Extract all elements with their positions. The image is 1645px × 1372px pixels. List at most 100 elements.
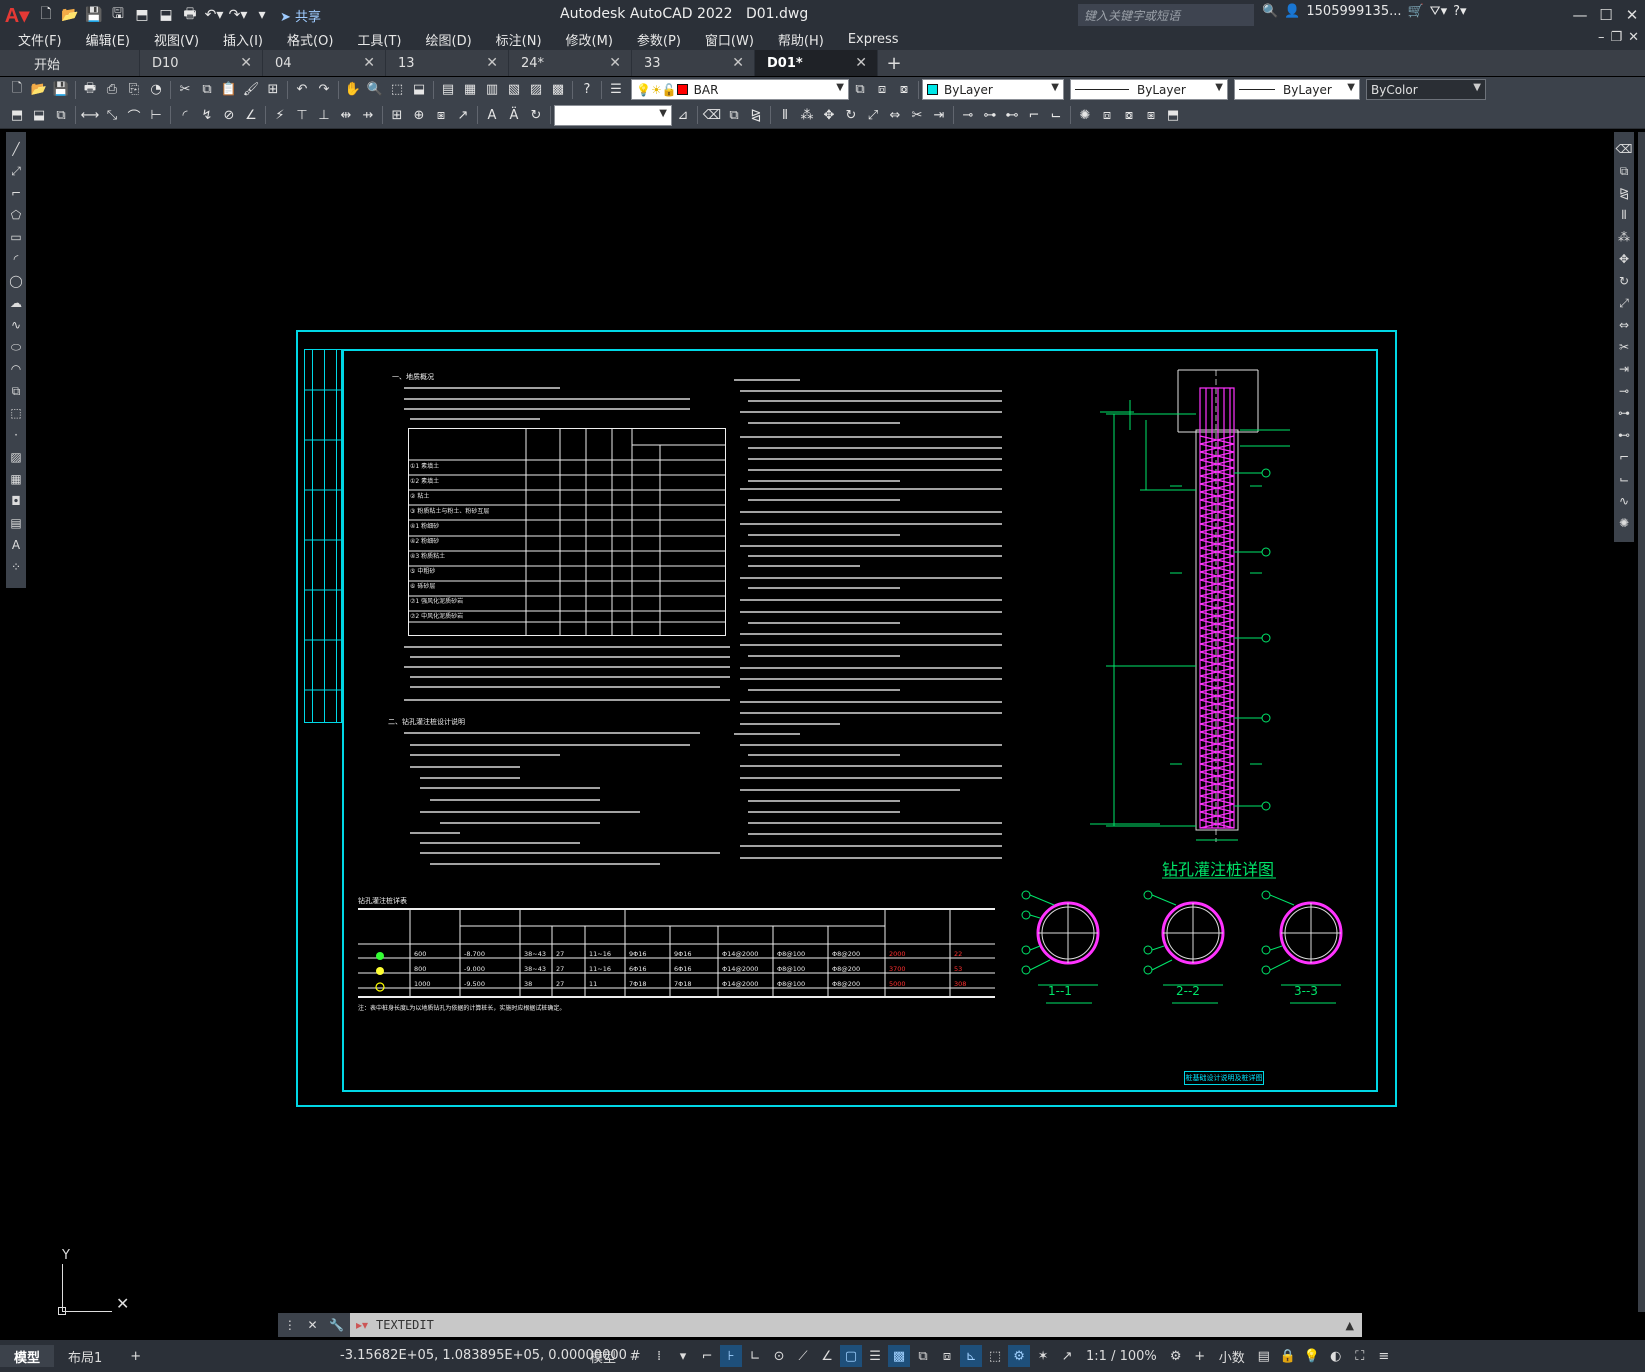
new-icon[interactable]: 🗋: [6, 80, 28, 100]
dimension-break-icon[interactable]: ⇸: [357, 105, 379, 125]
undo-icon[interactable]: ↶: [291, 80, 313, 100]
linear-dimension-icon[interactable]: ⟷: [79, 105, 101, 125]
open-from-web-icon[interactable]: ⬒: [131, 4, 153, 26]
workspace-dropdown-icon[interactable]: ▾: [251, 4, 273, 26]
draworder-icon[interactable]: ⧈: [1096, 105, 1118, 125]
tab-close-icon[interactable]: ✕: [240, 55, 252, 71]
vertical-scrollbar[interactable]: [1638, 132, 1645, 1312]
object-snap-icon[interactable]: ▢: [840, 1345, 863, 1367]
command-line[interactable]: ⋮ ✕ 🔧 ▸▾ TEXTEDIT ▲: [278, 1313, 1362, 1337]
save-icon[interactable]: 💾: [83, 4, 105, 26]
array-icon[interactable]: ⁂: [1618, 228, 1630, 246]
line-icon[interactable]: ╱: [12, 140, 19, 158]
pan-icon[interactable]: ✋: [342, 80, 364, 100]
tab-04[interactable]: 04 ✕: [263, 50, 386, 76]
dimension-style-icon[interactable]: ⊿: [672, 105, 694, 125]
color-dropdown[interactable]: ByLayer ▼: [922, 79, 1064, 100]
dimension-text-edit-icon[interactable]: Ä: [503, 105, 525, 125]
extend-icon[interactable]: ⇥: [928, 105, 950, 125]
rotate-icon[interactable]: ↻: [1619, 272, 1629, 290]
tab-33[interactable]: 33 ✕: [632, 50, 755, 76]
search-icon[interactable]: 🔍: [1262, 4, 1278, 19]
customization-icon[interactable]: ≡: [1373, 1345, 1395, 1367]
maximize-icon[interactable]: ☐: [1593, 0, 1619, 30]
stretch-icon[interactable]: ⇔: [1619, 316, 1629, 334]
user-icon[interactable]: 👤: [1284, 4, 1300, 19]
menu-draw[interactable]: 绘图(D): [426, 30, 472, 49]
tab-layout1[interactable]: 布局1: [54, 1345, 116, 1367]
blend-curves-icon[interactable]: ∿: [1619, 492, 1629, 510]
menu-file[interactable]: 文件(F): [18, 30, 62, 49]
model-space-button[interactable]: 模型: [584, 1345, 622, 1367]
dimension-space-icon[interactable]: ⇹: [335, 105, 357, 125]
plot-preview-icon[interactable]: ⎙: [101, 80, 123, 100]
drag-handle-icon[interactable]: ⋮: [284, 1318, 296, 1332]
layer-states-icon[interactable]: ⧇: [893, 80, 915, 100]
isolate-objects-icon[interactable]: 💡: [1301, 1345, 1323, 1367]
menu-dimension[interactable]: 标注(N): [496, 30, 542, 49]
customize-icon[interactable]: 🔧: [329, 1318, 344, 1332]
jogged-dimension-icon[interactable]: ↯: [196, 105, 218, 125]
inspection-icon[interactable]: ⧆: [430, 105, 452, 125]
new-tab-button[interactable]: +: [878, 50, 910, 76]
region-icon[interactable]: ◘: [11, 492, 21, 510]
new-icon[interactable]: 🗋: [35, 4, 57, 26]
search-input[interactable]: 键入关键字或短语: [1078, 4, 1254, 26]
insert-block-icon[interactable]: ⧉: [12, 382, 21, 400]
isodraft-icon[interactable]: ⟋: [792, 1345, 814, 1367]
menu-modify[interactable]: 修改(M): [566, 30, 613, 49]
tab-close-icon[interactable]: ✕: [486, 55, 498, 71]
user-name[interactable]: 1505999135...: [1306, 4, 1401, 19]
doc-close-icon[interactable]: ✕: [1628, 30, 1639, 45]
zoom-realtime-icon[interactable]: 🔍: [364, 80, 386, 100]
chamfer-icon[interactable]: ⌐: [1619, 448, 1629, 466]
scale-icon[interactable]: ⤢: [1619, 294, 1629, 312]
explode-icon[interactable]: ✺: [1074, 105, 1096, 125]
command-input[interactable]: TEXTEDIT: [376, 1318, 434, 1332]
cut-icon[interactable]: ✂: [174, 80, 196, 100]
plot-icon[interactable]: 🖶: [79, 80, 101, 100]
offset-icon[interactable]: ⫴: [1621, 206, 1626, 224]
3d-print-icon[interactable]: ◔: [145, 80, 167, 100]
app-menu-button[interactable]: A▾: [0, 0, 34, 30]
publish-icon[interactable]: ⎘: [123, 80, 145, 100]
layer-previous-icon[interactable]: ⧈: [871, 80, 893, 100]
clean-screen-icon[interactable]: ⛶: [1349, 1345, 1371, 1367]
dimension-edit-icon[interactable]: A: [481, 105, 503, 125]
quickcalc-icon[interactable]: ▩: [547, 80, 569, 100]
baseline-dimension-icon[interactable]: ⊤: [291, 105, 313, 125]
trim-icon[interactable]: ✂: [906, 105, 928, 125]
extend-icon[interactable]: ⇥: [1619, 360, 1629, 378]
trim-icon[interactable]: ✂: [1619, 338, 1629, 356]
annotation-visibility-icon[interactable]: ✶: [1032, 1345, 1054, 1367]
match-layer-icon[interactable]: ⬓: [28, 105, 50, 125]
infer-constraints-icon[interactable]: ⌐: [696, 1345, 718, 1367]
array-icon[interactable]: ⁂: [796, 105, 818, 125]
move-icon[interactable]: ✥: [1619, 250, 1629, 268]
construction-line-icon[interactable]: ⤢: [11, 162, 21, 180]
text-above-icon[interactable]: ⬒: [1162, 105, 1184, 125]
arc-length-icon[interactable]: ⌒: [123, 105, 145, 125]
add-layout-button[interactable]: +: [116, 1345, 155, 1367]
annotation-scale[interactable]: 1:1 / 100%: [1080, 1345, 1163, 1367]
make-block-icon[interactable]: ⬚: [10, 404, 21, 422]
revision-cloud-icon[interactable]: ☁: [10, 294, 22, 312]
graphics-performance-icon[interactable]: ◐: [1325, 1345, 1347, 1367]
undo-icon[interactable]: ↶▾: [203, 4, 225, 26]
tolerance-icon[interactable]: ⊞: [386, 105, 408, 125]
diameter-dimension-icon[interactable]: ⊘: [218, 105, 240, 125]
aligned-dimension-icon[interactable]: ⤡: [101, 105, 123, 125]
zoom-window-icon[interactable]: ⬚: [386, 80, 408, 100]
save-to-web-icon[interactable]: ⬓: [155, 4, 177, 26]
multiline-text-icon[interactable]: A: [12, 536, 20, 554]
minimize-icon[interactable]: —: [1567, 0, 1593, 30]
redo-icon[interactable]: ↷▾: [227, 4, 249, 26]
menu-insert[interactable]: 插入(I): [223, 30, 263, 49]
mirror-icon[interactable]: ⧎: [1619, 184, 1629, 202]
annotation-monitor-icon[interactable]: +: [1189, 1345, 1211, 1367]
menu-edit[interactable]: 编辑(E): [86, 30, 130, 49]
ellipse-icon[interactable]: ⬭: [11, 338, 21, 356]
bring-to-front-icon[interactable]: ⧇: [1118, 105, 1140, 125]
sheet-set-icon[interactable]: ▧: [503, 80, 525, 100]
stretch-icon[interactable]: ⇔: [884, 105, 906, 125]
